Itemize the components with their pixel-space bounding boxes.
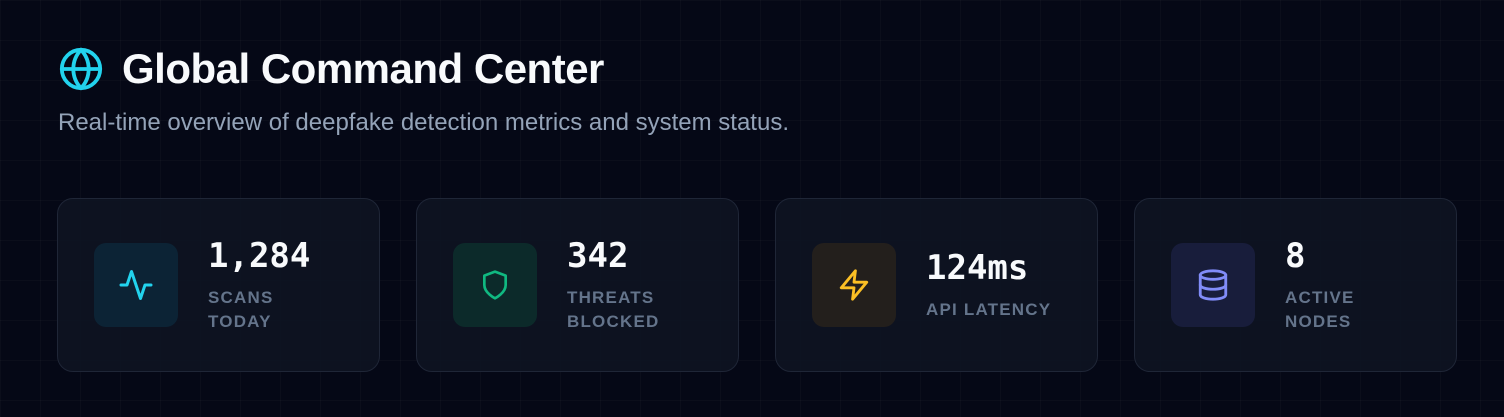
- stat-text: 1,284 Scans Today: [208, 236, 310, 334]
- stat-text: 124ms API Latency: [926, 248, 1051, 322]
- stat-value: 8: [1285, 236, 1306, 276]
- title-row: Global Command Center: [58, 44, 789, 94]
- database-icon: [1198, 269, 1228, 301]
- page-subtitle: Real-time overview of deepfake detection…: [58, 109, 789, 136]
- stat-text: 342 Threats Blocked: [567, 236, 660, 334]
- stat-value: 342: [567, 236, 629, 276]
- stat-card-threats-blocked: 342 Threats Blocked: [416, 198, 739, 372]
- shield-icon: [483, 270, 507, 300]
- stats-cards: 1,284 Scans Today 342 Threats Blocked 12…: [57, 198, 1457, 372]
- activity-icon: [119, 270, 153, 300]
- shield-icon-tile: [453, 243, 537, 327]
- stat-card-active-nodes: 8 Active Nodes: [1134, 198, 1457, 372]
- stat-card-scans-today: 1,284 Scans Today: [57, 198, 380, 372]
- stat-card-api-latency: 124ms API Latency: [775, 198, 1098, 372]
- page-header: Global Command Center Real-time overview…: [58, 44, 789, 138]
- stat-value: 124ms: [926, 248, 1029, 288]
- stat-text: 8 Active Nodes: [1285, 236, 1375, 334]
- globe-icon: [58, 46, 104, 92]
- lightning-bolt-icon: [839, 269, 869, 301]
- stat-label: Threats Blocked: [567, 288, 660, 331]
- stat-label: API Latency: [926, 300, 1052, 319]
- page-title: Global Command Center: [122, 45, 604, 92]
- stat-value: 1,284: [208, 236, 311, 276]
- stat-label: Scans Today: [208, 288, 274, 331]
- activity-icon-tile: [94, 243, 178, 327]
- lightning-bolt-icon-tile: [812, 243, 896, 327]
- stat-label: Active Nodes: [1285, 288, 1355, 331]
- database-icon-tile: [1171, 243, 1255, 327]
